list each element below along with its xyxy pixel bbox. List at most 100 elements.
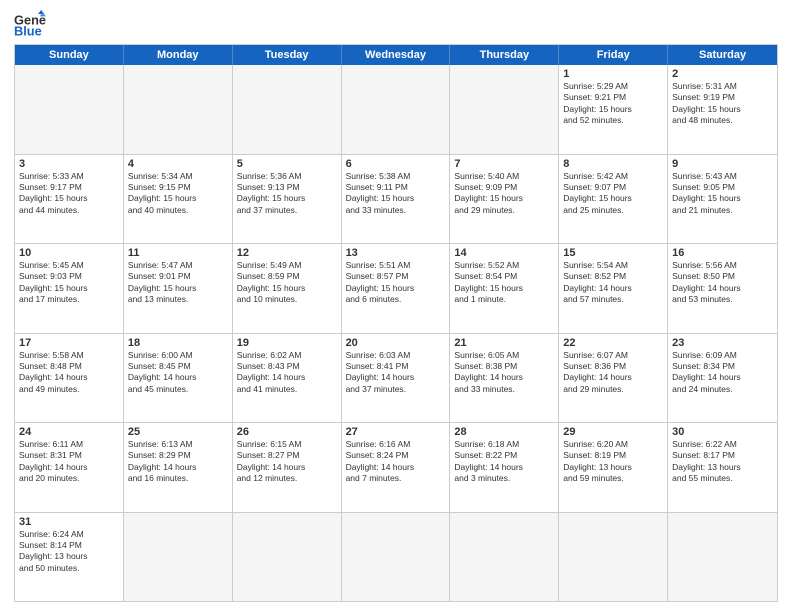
day-cell-19: 19Sunrise: 6:02 AM Sunset: 8:43 PM Dayli… [233,334,342,423]
empty-cell-r0c2 [233,65,342,154]
day-cell-8: 8Sunrise: 5:42 AM Sunset: 9:07 PM Daylig… [559,155,668,244]
empty-cell-r5c2 [233,513,342,602]
day-number: 26 [237,426,337,438]
day-number: 14 [454,247,554,259]
logo: General Blue [14,10,50,38]
day-info: Sunrise: 5:43 AM Sunset: 9:05 PM Dayligh… [672,171,773,217]
day-info: Sunrise: 6:20 AM Sunset: 8:19 PM Dayligh… [563,439,663,485]
day-info: Sunrise: 5:49 AM Sunset: 8:59 PM Dayligh… [237,260,337,306]
calendar-row-4: 24Sunrise: 6:11 AM Sunset: 8:31 PM Dayli… [15,422,777,512]
day-number: 13 [346,247,446,259]
weekday-header-wednesday: Wednesday [342,45,451,65]
day-info: Sunrise: 6:02 AM Sunset: 8:43 PM Dayligh… [237,350,337,396]
day-cell-17: 17Sunrise: 5:58 AM Sunset: 8:48 PM Dayli… [15,334,124,423]
calendar-row-2: 10Sunrise: 5:45 AM Sunset: 9:03 PM Dayli… [15,243,777,333]
empty-cell-r5c3 [342,513,451,602]
day-number: 17 [19,337,119,349]
day-cell-21: 21Sunrise: 6:05 AM Sunset: 8:38 PM Dayli… [450,334,559,423]
day-info: Sunrise: 6:03 AM Sunset: 8:41 PM Dayligh… [346,350,446,396]
day-cell-27: 27Sunrise: 6:16 AM Sunset: 8:24 PM Dayli… [342,423,451,512]
day-number: 23 [672,337,773,349]
day-number: 27 [346,426,446,438]
calendar: SundayMondayTuesdayWednesdayThursdayFrid… [14,44,778,602]
calendar-row-5: 31Sunrise: 6:24 AM Sunset: 8:14 PM Dayli… [15,512,777,602]
day-cell-10: 10Sunrise: 5:45 AM Sunset: 9:03 PM Dayli… [15,244,124,333]
day-info: Sunrise: 5:51 AM Sunset: 8:57 PM Dayligh… [346,260,446,306]
empty-cell-r5c4 [450,513,559,602]
day-cell-4: 4Sunrise: 5:34 AM Sunset: 9:15 PM Daylig… [124,155,233,244]
day-number: 22 [563,337,663,349]
svg-text:Blue: Blue [14,24,42,38]
day-number: 7 [454,158,554,170]
day-number: 11 [128,247,228,259]
weekday-header-saturday: Saturday [668,45,777,65]
day-cell-1: 1Sunrise: 5:29 AM Sunset: 9:21 PM Daylig… [559,65,668,154]
day-cell-31: 31Sunrise: 6:24 AM Sunset: 8:14 PM Dayli… [15,513,124,602]
day-number: 18 [128,337,228,349]
day-info: Sunrise: 5:33 AM Sunset: 9:17 PM Dayligh… [19,171,119,217]
day-number: 29 [563,426,663,438]
day-number: 9 [672,158,773,170]
day-cell-28: 28Sunrise: 6:18 AM Sunset: 8:22 PM Dayli… [450,423,559,512]
calendar-row-1: 3Sunrise: 5:33 AM Sunset: 9:17 PM Daylig… [15,154,777,244]
day-cell-29: 29Sunrise: 6:20 AM Sunset: 8:19 PM Dayli… [559,423,668,512]
day-info: Sunrise: 6:16 AM Sunset: 8:24 PM Dayligh… [346,439,446,485]
day-info: Sunrise: 5:56 AM Sunset: 8:50 PM Dayligh… [672,260,773,306]
weekday-header-tuesday: Tuesday [233,45,342,65]
day-number: 21 [454,337,554,349]
day-info: Sunrise: 5:34 AM Sunset: 9:15 PM Dayligh… [128,171,228,217]
day-number: 3 [19,158,119,170]
empty-cell-r5c5 [559,513,668,602]
day-info: Sunrise: 5:36 AM Sunset: 9:13 PM Dayligh… [237,171,337,217]
day-number: 6 [346,158,446,170]
calendar-header: SundayMondayTuesdayWednesdayThursdayFrid… [15,45,777,65]
day-cell-20: 20Sunrise: 6:03 AM Sunset: 8:41 PM Dayli… [342,334,451,423]
day-info: Sunrise: 5:58 AM Sunset: 8:48 PM Dayligh… [19,350,119,396]
day-number: 8 [563,158,663,170]
day-number: 20 [346,337,446,349]
day-number: 16 [672,247,773,259]
day-number: 28 [454,426,554,438]
day-cell-12: 12Sunrise: 5:49 AM Sunset: 8:59 PM Dayli… [233,244,342,333]
day-info: Sunrise: 5:52 AM Sunset: 8:54 PM Dayligh… [454,260,554,306]
day-info: Sunrise: 6:00 AM Sunset: 8:45 PM Dayligh… [128,350,228,396]
empty-cell-r0c0 [15,65,124,154]
day-info: Sunrise: 5:42 AM Sunset: 9:07 PM Dayligh… [563,171,663,217]
day-cell-18: 18Sunrise: 6:00 AM Sunset: 8:45 PM Dayli… [124,334,233,423]
day-info: Sunrise: 6:11 AM Sunset: 8:31 PM Dayligh… [19,439,119,485]
day-cell-30: 30Sunrise: 6:22 AM Sunset: 8:17 PM Dayli… [668,423,777,512]
day-number: 1 [563,68,663,80]
weekday-header-friday: Friday [559,45,668,65]
day-cell-24: 24Sunrise: 6:11 AM Sunset: 8:31 PM Dayli… [15,423,124,512]
day-cell-13: 13Sunrise: 5:51 AM Sunset: 8:57 PM Dayli… [342,244,451,333]
day-info: Sunrise: 6:13 AM Sunset: 8:29 PM Dayligh… [128,439,228,485]
day-number: 31 [19,516,119,528]
day-cell-3: 3Sunrise: 5:33 AM Sunset: 9:17 PM Daylig… [15,155,124,244]
day-cell-26: 26Sunrise: 6:15 AM Sunset: 8:27 PM Dayli… [233,423,342,512]
day-info: Sunrise: 6:24 AM Sunset: 8:14 PM Dayligh… [19,529,119,575]
calendar-body: 1Sunrise: 5:29 AM Sunset: 9:21 PM Daylig… [15,65,777,601]
empty-cell-r0c3 [342,65,451,154]
day-cell-2: 2Sunrise: 5:31 AM Sunset: 9:19 PM Daylig… [668,65,777,154]
day-info: Sunrise: 6:05 AM Sunset: 8:38 PM Dayligh… [454,350,554,396]
day-number: 24 [19,426,119,438]
day-cell-23: 23Sunrise: 6:09 AM Sunset: 8:34 PM Dayli… [668,334,777,423]
day-cell-25: 25Sunrise: 6:13 AM Sunset: 8:29 PM Dayli… [124,423,233,512]
day-info: Sunrise: 6:22 AM Sunset: 8:17 PM Dayligh… [672,439,773,485]
day-info: Sunrise: 6:15 AM Sunset: 8:27 PM Dayligh… [237,439,337,485]
day-number: 5 [237,158,337,170]
day-cell-11: 11Sunrise: 5:47 AM Sunset: 9:01 PM Dayli… [124,244,233,333]
weekday-header-thursday: Thursday [450,45,559,65]
day-cell-16: 16Sunrise: 5:56 AM Sunset: 8:50 PM Dayli… [668,244,777,333]
empty-cell-r5c1 [124,513,233,602]
weekday-header-sunday: Sunday [15,45,124,65]
weekday-header-monday: Monday [124,45,233,65]
day-number: 12 [237,247,337,259]
day-number: 15 [563,247,663,259]
day-cell-9: 9Sunrise: 5:43 AM Sunset: 9:05 PM Daylig… [668,155,777,244]
day-info: Sunrise: 5:47 AM Sunset: 9:01 PM Dayligh… [128,260,228,306]
day-number: 4 [128,158,228,170]
day-info: Sunrise: 5:29 AM Sunset: 9:21 PM Dayligh… [563,81,663,127]
day-info: Sunrise: 6:18 AM Sunset: 8:22 PM Dayligh… [454,439,554,485]
day-info: Sunrise: 5:38 AM Sunset: 9:11 PM Dayligh… [346,171,446,217]
